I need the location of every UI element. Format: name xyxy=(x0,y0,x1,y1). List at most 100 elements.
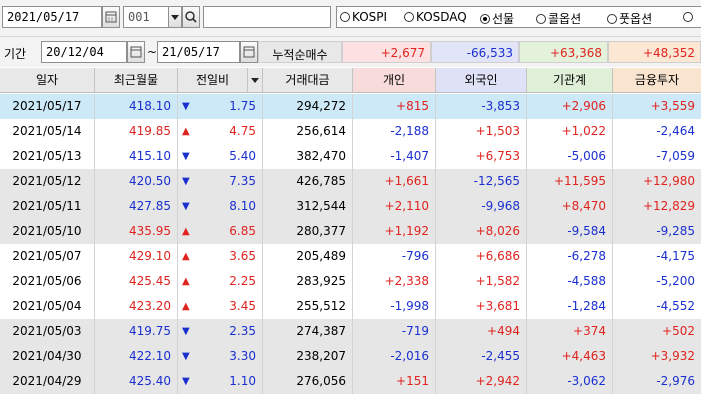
cell-financial-investment: -4,175 xyxy=(613,244,701,269)
cell-front-month: 425.40 xyxy=(95,369,178,394)
cell-trade-amount-value: 276,056 xyxy=(296,374,346,388)
calendar-icon xyxy=(243,46,255,58)
cell-trade-amount-value: 205,489 xyxy=(296,249,346,263)
cell-foreign: +1,503 xyxy=(436,119,527,144)
cell-foreign: +494 xyxy=(436,319,527,344)
cell-individual-value: +1,661 xyxy=(384,174,429,188)
table-row[interactable]: 2021/05/10 435.95 ▲ 6.85 280,377 +1,192 +8,026… xyxy=(0,219,701,244)
cell-foreign: -12,565 xyxy=(436,169,527,194)
cell-institution-value: -9,584 xyxy=(567,224,606,238)
table-row[interactable]: 2021/05/11 427.85 ▼ 8.10 312,544 +2,110 -9,968… xyxy=(0,194,701,219)
cell-foreign-value: +3,681 xyxy=(475,299,520,313)
cell-change-value: 3.30 xyxy=(229,349,256,363)
cell-individual: +2,110 xyxy=(353,194,436,219)
radio-put-option[interactable]: 풋옵션 xyxy=(607,10,652,27)
radio-kosdaq[interactable]: KOSDAQ xyxy=(404,10,467,24)
cell-front-month-value: 429.10 xyxy=(129,249,171,263)
table-row[interactable]: 2021/05/12 420.50 ▼ 7.35 426,785 +1,661 -12,56… xyxy=(0,169,701,194)
end-date-calendar-button[interactable] xyxy=(240,41,258,63)
table-row[interactable]: 2021/04/30 422.10 ▼ 3.30 238,207 -2,016 -2,455… xyxy=(0,344,701,369)
table-row[interactable]: 2021/05/14 419.85 ▲ 4.75 256,614 -2,188 +1,503… xyxy=(0,119,701,144)
cell-foreign: -2,455 xyxy=(436,344,527,369)
header-institution[interactable]: 기관계 xyxy=(527,68,613,93)
change-sort-dropdown[interactable] xyxy=(248,68,263,93)
code-input[interactable]: 001 xyxy=(123,6,169,28)
table-row[interactable]: 2021/05/06 425.45 ▲ 2.25 283,925 +2,338 +1,582… xyxy=(0,269,701,294)
cell-individual-value: +1,192 xyxy=(384,224,429,238)
date-input[interactable]: 2021/05/17 xyxy=(2,6,102,28)
table-row[interactable]: 2021/05/04 423.20 ▲ 3.45 255,512 -1,998 +3,681… xyxy=(0,294,701,319)
header-foreign[interactable]: 외국인 xyxy=(436,68,527,93)
cell-foreign: +6,753 xyxy=(436,144,527,169)
cell-trade-amount: 283,925 xyxy=(263,269,353,294)
table-row[interactable]: 2021/05/13 415.10 ▼ 5.40 382,470 -1,407 +6,753… xyxy=(0,144,701,169)
header-change[interactable]: 전일비 xyxy=(178,68,248,93)
header-trade-amount[interactable]: 거래대금 xyxy=(263,68,353,93)
radio-futures[interactable]: 선물 xyxy=(480,10,514,27)
radio-call-option-label: 콜옵션 xyxy=(548,12,582,26)
code-input-value: 001 xyxy=(128,10,150,24)
table-row[interactable]: 2021/05/03 419.75 ▼ 2.35 274,387 -719 +494 +374… xyxy=(0,319,701,344)
cell-institution-value: -3,062 xyxy=(567,374,606,388)
cell-trade-amount: 312,544 xyxy=(263,194,353,219)
cell-front-month-value: 415.10 xyxy=(129,149,171,163)
cell-foreign: -9,968 xyxy=(436,194,527,219)
cell-change-value: 1.10 xyxy=(229,374,256,388)
search-button[interactable] xyxy=(182,6,200,28)
cum-institution: +63,368 xyxy=(519,41,608,63)
table-row[interactable]: 2021/04/29 425.40 ▼ 1.10 276,056 +151 +2,942 -3… xyxy=(0,369,701,394)
cell-institution: -6,278 xyxy=(527,244,613,269)
table-row[interactable]: 2021/05/17 418.10 ▼ 1.75 294,272 +815 -3,853 +2… xyxy=(0,94,701,119)
cell-front-month-value: 420.50 xyxy=(129,174,171,188)
cell-change-value: 2.35 xyxy=(229,324,256,338)
cell-change: ▼ 1.75 xyxy=(178,94,263,119)
cell-institution: +11,595 xyxy=(527,169,613,194)
cell-institution-value: +11,595 xyxy=(553,174,606,188)
cell-institution-value: -5,006 xyxy=(567,149,606,163)
start-date-calendar-button[interactable] xyxy=(127,41,145,63)
date-calendar-button[interactable] xyxy=(102,6,120,28)
cell-change-value: 3.65 xyxy=(229,249,256,263)
cell-foreign-value: +6,753 xyxy=(475,149,520,163)
cell-individual-value: -1,407 xyxy=(390,149,429,163)
cell-date-value: 2021/05/11 xyxy=(12,199,82,213)
cell-foreign: +2,942 xyxy=(436,369,527,394)
cell-date: 2021/05/11 xyxy=(0,194,95,219)
cell-financial-investment: +12,980 xyxy=(613,169,701,194)
triangle-up-icon: ▲ xyxy=(182,126,190,137)
radio-call-option[interactable]: 콜옵션 xyxy=(536,10,581,27)
cell-change-value: 3.45 xyxy=(229,299,256,313)
start-date-input[interactable]: 20/12/04 xyxy=(41,41,127,63)
radio-more[interactable] xyxy=(683,10,695,24)
name-input[interactable] xyxy=(203,6,331,28)
cell-financial-investment: -7,059 xyxy=(613,144,701,169)
triangle-up-icon: ▲ xyxy=(182,251,190,262)
cell-trade-amount-value: 294,272 xyxy=(296,99,346,113)
calendar-icon xyxy=(105,11,117,23)
cell-individual: -2,016 xyxy=(353,344,436,369)
header-date[interactable]: 일자 xyxy=(0,68,95,93)
table-header: 일자 최근월물 전일비 거래대금 개인 외국인 기관계 금융투자 xyxy=(0,68,701,93)
cell-front-month: 423.20 xyxy=(95,294,178,319)
cell-individual-value: +2,338 xyxy=(384,274,429,288)
end-date-input[interactable]: 21/05/17 xyxy=(157,41,240,63)
cell-date: 2021/05/10 xyxy=(0,219,95,244)
cell-institution-value: -4,588 xyxy=(567,274,606,288)
code-dropdown-button[interactable] xyxy=(168,6,182,28)
period-label: 기간 xyxy=(4,47,27,61)
triangle-down-icon: ▼ xyxy=(182,176,190,187)
filter-bar: 기간 20/12/04 ~ 21/05/17 누적순매수 +2,677 -66,… xyxy=(0,37,701,67)
header-front-month[interactable]: 최근월물 xyxy=(95,68,178,93)
table-row[interactable]: 2021/05/07 429.10 ▲ 3.65 205,489 -796 +6,686 -6… xyxy=(0,244,701,269)
cell-trade-amount-value: 274,387 xyxy=(296,324,346,338)
cell-foreign: +8,026 xyxy=(436,219,527,244)
cum-foreign: -66,533 xyxy=(431,41,519,63)
cell-institution: -5,006 xyxy=(527,144,613,169)
header-financial-investment[interactable]: 금융투자 xyxy=(613,68,701,93)
cell-financial-investment-value: +12,980 xyxy=(642,174,695,188)
triangle-down-icon: ▼ xyxy=(182,351,190,362)
radio-kospi[interactable]: KOSPI xyxy=(340,10,387,24)
cell-institution: -3,062 xyxy=(527,369,613,394)
cell-foreign-value: -9,968 xyxy=(481,199,520,213)
header-individual[interactable]: 개인 xyxy=(353,68,436,93)
